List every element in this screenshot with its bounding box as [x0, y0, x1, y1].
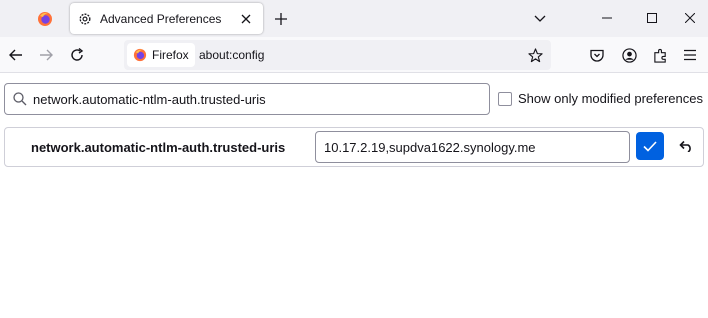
back-button[interactable]	[4, 43, 28, 67]
preference-search-box[interactable]	[4, 83, 490, 115]
bookmark-star-icon	[527, 47, 543, 62]
account-icon	[621, 47, 637, 63]
chevron-down-icon	[534, 15, 546, 22]
show-modified-label[interactable]: Show only modified preferences	[518, 91, 703, 106]
tab-close-icon[interactable]	[237, 10, 255, 28]
pocket-button[interactable]	[585, 43, 609, 67]
extensions-icon	[653, 48, 666, 63]
tab-strip: Advanced Preferences	[0, 0, 708, 37]
pocket-icon	[590, 49, 604, 62]
nav-bar: Firefox about:config	[0, 37, 708, 73]
close-window-button[interactable]	[670, 4, 708, 32]
minimize-button[interactable]	[587, 4, 627, 32]
pinned-tab[interactable]	[26, 5, 64, 33]
tab-list-button[interactable]	[530, 9, 550, 29]
firefox-logo-icon	[133, 48, 147, 62]
menu-icon	[684, 49, 696, 61]
tab-title: Advanced Preferences	[100, 11, 222, 26]
undo-arrow-icon	[679, 140, 691, 152]
maximize-button[interactable]	[632, 4, 672, 32]
menu-button[interactable]	[678, 43, 702, 67]
reset-button[interactable]	[672, 132, 700, 160]
firefox-logo-icon	[38, 12, 52, 26]
preference-row: network.automatic-ntlm-auth.trusted-uris	[4, 127, 704, 167]
gear-icon	[79, 13, 91, 24]
checkmark-icon	[643, 140, 657, 152]
reload-button[interactable]	[65, 43, 89, 67]
show-modified-toggle[interactable]: Show only modified preferences	[498, 91, 703, 106]
preference-name: network.automatic-ntlm-auth.trusted-uris	[31, 140, 286, 155]
forward-button[interactable]	[34, 43, 58, 67]
url-bar[interactable]: Firefox about:config	[124, 40, 551, 70]
back-arrow-icon	[9, 49, 22, 61]
new-tab-button[interactable]	[271, 9, 291, 29]
identity-label: Firefox	[152, 48, 189, 62]
save-button[interactable]	[636, 132, 664, 160]
reload-icon	[71, 48, 84, 61]
url-text[interactable]: about:config	[199, 48, 264, 62]
tab-advanced-preferences[interactable]: Advanced Preferences	[70, 3, 263, 34]
minimize-icon	[602, 17, 612, 19]
search-icon	[13, 92, 27, 106]
bookmark-button[interactable]	[525, 45, 545, 65]
plus-icon	[275, 13, 287, 25]
forward-arrow-icon	[40, 49, 53, 61]
account-button[interactable]	[617, 43, 641, 67]
search-input[interactable]	[33, 89, 483, 109]
preference-value-input[interactable]	[315, 131, 630, 163]
maximize-icon	[647, 13, 657, 23]
close-icon	[685, 13, 695, 23]
extensions-button[interactable]	[648, 43, 672, 67]
show-modified-checkbox[interactable]	[498, 91, 512, 106]
identity-box[interactable]: Firefox	[127, 43, 195, 67]
